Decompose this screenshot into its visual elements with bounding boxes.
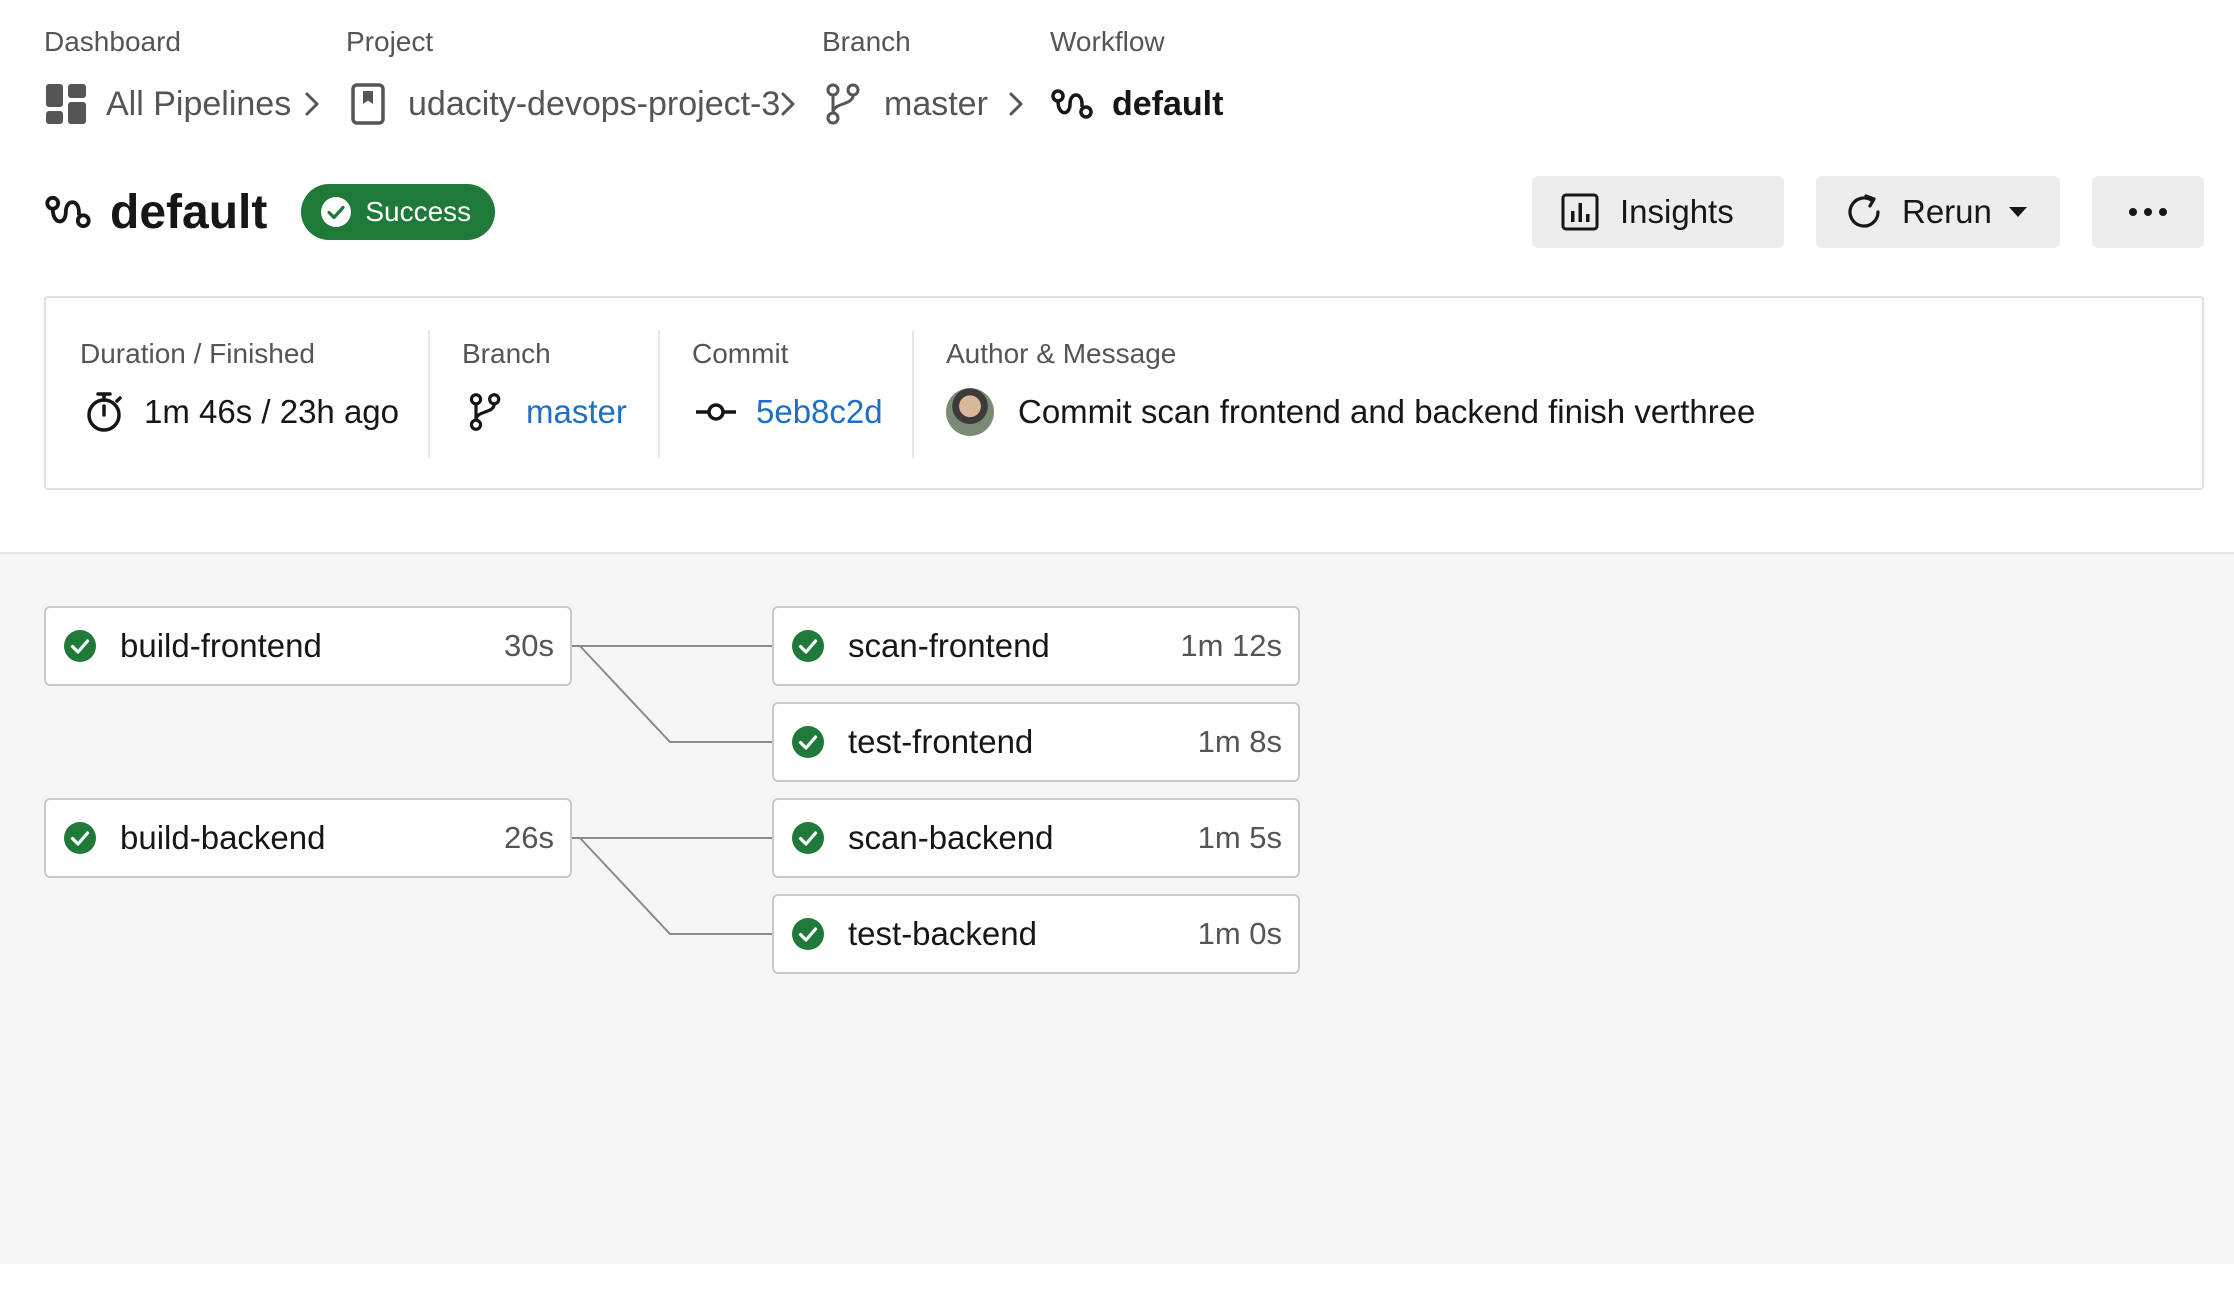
- job-duration: 26s: [504, 820, 554, 855]
- job-name: test-frontend: [848, 723, 1034, 760]
- job-card-scan-frontend[interactable]: scan-frontend 1m 12s: [772, 606, 1300, 686]
- connector-line: [579, 837, 772, 935]
- job-card-test-frontend[interactable]: test-frontend 1m 8s: [772, 702, 1300, 782]
- job-duration: 1m 12s: [1180, 628, 1282, 663]
- success-check-icon: [790, 724, 826, 760]
- divider: [658, 330, 660, 458]
- duration-label: Duration / Finished: [80, 338, 316, 369]
- commit-icon: [692, 388, 740, 436]
- workflow-header: default Success: [44, 180, 496, 244]
- job-name: build-frontend: [120, 627, 322, 664]
- stopwatch-icon: [80, 388, 128, 436]
- status-badge-label: Success: [365, 196, 472, 227]
- author-label: Author & Message: [946, 338, 1177, 369]
- workflow-icon: [1050, 82, 1094, 126]
- divider: [912, 330, 914, 458]
- breadcrumb-label: Workflow: [1050, 26, 1165, 57]
- breadcrumb-branch: Branch master: [822, 24, 988, 134]
- breadcrumb-link-project[interactable]: udacity-devops-project-3: [346, 74, 780, 134]
- rerun-button-label: Rerun: [1902, 193, 1992, 230]
- job-name: scan-frontend: [848, 627, 1050, 664]
- job-duration: 1m 5s: [1197, 820, 1282, 855]
- job-name: build-backend: [120, 819, 326, 856]
- chevron-right-icon: [781, 92, 795, 116]
- caret-down-icon: [2008, 207, 2027, 217]
- branch-icon: [462, 388, 510, 436]
- chevron-right-icon: [305, 92, 319, 116]
- branch-icon: [822, 82, 866, 126]
- branch-value: master: [526, 393, 627, 430]
- breadcrumb-text: udacity-devops-project-3: [408, 84, 781, 123]
- duration-value: 1m 46s / 23h ago: [144, 393, 400, 430]
- commit-message: Commit scan frontend and backend finish …: [1018, 393, 1756, 430]
- job-card-test-backend[interactable]: test-backend 1m 0s: [772, 894, 1300, 974]
- workflow-icon: [44, 188, 92, 236]
- success-check-icon: [790, 820, 826, 856]
- job-name: test-backend: [848, 915, 1037, 952]
- project-bookmark-icon: [346, 82, 390, 126]
- commit-hash: 5eb8c2d: [756, 393, 883, 430]
- status-badge: Success: [301, 184, 496, 240]
- breadcrumb-dashboard: Dashboard All Pipelines: [44, 24, 291, 134]
- job-card-build-frontend[interactable]: build-frontend 30s: [44, 606, 572, 686]
- more-options-button[interactable]: [2092, 176, 2204, 248]
- check-circle-icon: [319, 195, 353, 229]
- breadcrumb-link-branch[interactable]: master: [822, 74, 988, 134]
- job-card-scan-backend[interactable]: scan-backend 1m 5s: [772, 798, 1300, 878]
- workflow-graph: build-frontend 30s scan-frontend 1m 12s …: [0, 552, 2234, 1264]
- branch-label: Branch: [462, 338, 551, 369]
- job-name: scan-backend: [848, 819, 1054, 856]
- insights-button-label: Insights: [1620, 193, 1734, 230]
- duration-value-row: 1m 46s / 23h ago: [80, 388, 399, 436]
- divider: [428, 330, 430, 458]
- breadcrumb-workflow: Workflow default: [1050, 24, 1223, 134]
- chevron-right-icon: [1009, 92, 1023, 116]
- breadcrumb-text: default: [1112, 84, 1224, 123]
- success-check-icon: [790, 628, 826, 664]
- dashboard-grid-icon: [44, 82, 88, 126]
- refresh-icon: [1842, 190, 1886, 234]
- insights-button[interactable]: Insights: [1532, 176, 1784, 248]
- breadcrumb-text: All Pipelines: [106, 84, 292, 123]
- branch-link[interactable]: master: [462, 388, 627, 436]
- breadcrumb-label: Dashboard: [44, 26, 181, 57]
- author-message-row: Commit scan frontend and backend finish …: [946, 388, 1755, 436]
- page-title: default: [110, 185, 268, 239]
- breadcrumb-label: Branch: [822, 26, 911, 57]
- breadcrumb-project: Project udacity-devops-project-3: [346, 24, 780, 134]
- pipeline-summary-card: Duration / Finished 1m 46s / 23h ago Bra…: [44, 296, 2204, 490]
- job-card-build-backend[interactable]: build-backend 26s: [44, 798, 572, 878]
- job-duration: 1m 8s: [1197, 724, 1282, 759]
- success-check-icon: [790, 916, 826, 952]
- bar-chart-icon: [1558, 190, 1602, 234]
- ellipsis-icon: [2129, 208, 2167, 216]
- rerun-button[interactable]: Rerun: [1816, 176, 2060, 248]
- success-check-icon: [62, 820, 98, 856]
- avatar: [946, 388, 994, 436]
- breadcrumb-label: Project: [346, 26, 434, 57]
- job-duration: 30s: [504, 628, 554, 663]
- breadcrumb-text: master: [884, 84, 988, 123]
- connector-line: [579, 645, 772, 743]
- commit-label: Commit: [692, 338, 789, 369]
- breadcrumb-link-all-pipelines[interactable]: All Pipelines: [44, 74, 291, 134]
- job-duration: 1m 0s: [1197, 916, 1282, 951]
- breadcrumb-current-workflow: default: [1050, 74, 1223, 134]
- commit-link[interactable]: 5eb8c2d: [692, 388, 883, 436]
- success-check-icon: [62, 628, 98, 664]
